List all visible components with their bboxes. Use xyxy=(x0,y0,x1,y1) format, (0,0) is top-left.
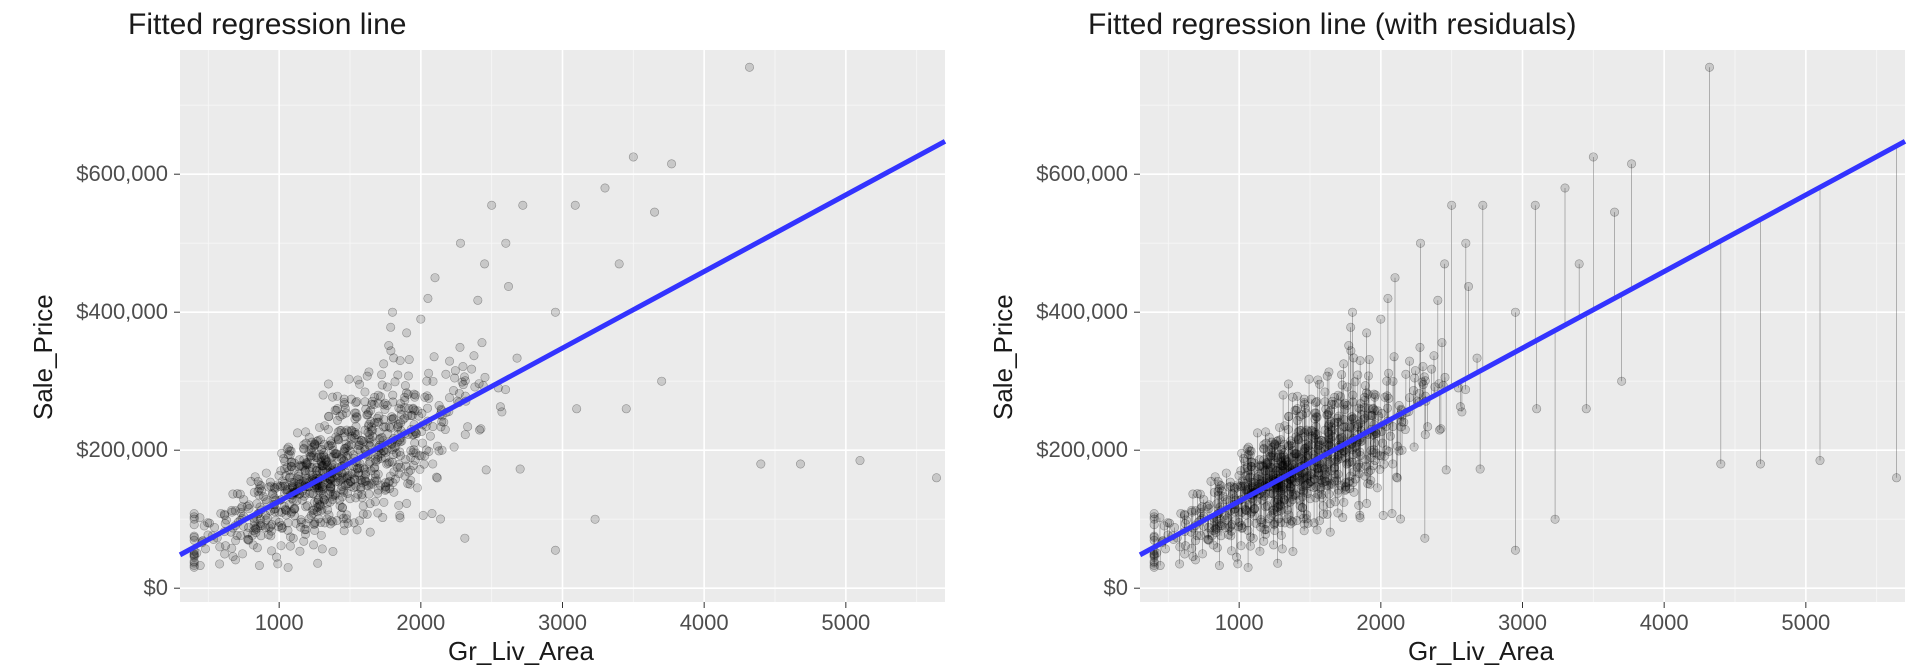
svg-text:$600,000: $600,000 xyxy=(1036,161,1128,186)
svg-text:4000: 4000 xyxy=(680,610,729,635)
svg-text:$200,000: $200,000 xyxy=(1036,437,1128,462)
figure-wrap: Fitted regression line Sale_Price Gr_Liv… xyxy=(0,0,1920,672)
svg-text:3000: 3000 xyxy=(1498,610,1547,635)
chart-panel-right: Fitted regression line (with residuals) … xyxy=(960,0,1920,672)
svg-text:4000: 4000 xyxy=(1640,610,1689,635)
chart-panel-left: Fitted regression line Sale_Price Gr_Liv… xyxy=(0,0,960,672)
svg-text:1000: 1000 xyxy=(1215,610,1264,635)
svg-text:2000: 2000 xyxy=(1356,610,1405,635)
svg-text:1000: 1000 xyxy=(255,610,304,635)
svg-text:$400,000: $400,000 xyxy=(76,299,168,324)
svg-text:$400,000: $400,000 xyxy=(1036,299,1128,324)
svg-text:$200,000: $200,000 xyxy=(76,437,168,462)
svg-text:$0: $0 xyxy=(144,575,168,600)
svg-text:$600,000: $600,000 xyxy=(76,161,168,186)
svg-text:3000: 3000 xyxy=(538,610,587,635)
svg-text:$0: $0 xyxy=(1104,575,1128,600)
svg-text:5000: 5000 xyxy=(1781,610,1830,635)
svg-text:5000: 5000 xyxy=(821,610,870,635)
svg-text:2000: 2000 xyxy=(396,610,445,635)
chart-svg-left: 1000 2000 3000 4000 5000 $0 $200,000 $400,000 $6… xyxy=(0,0,960,672)
chart-svg-right: 1000 2000 3000 4000 5000 $0 $200,000 $400,000 $6… xyxy=(960,0,1920,672)
